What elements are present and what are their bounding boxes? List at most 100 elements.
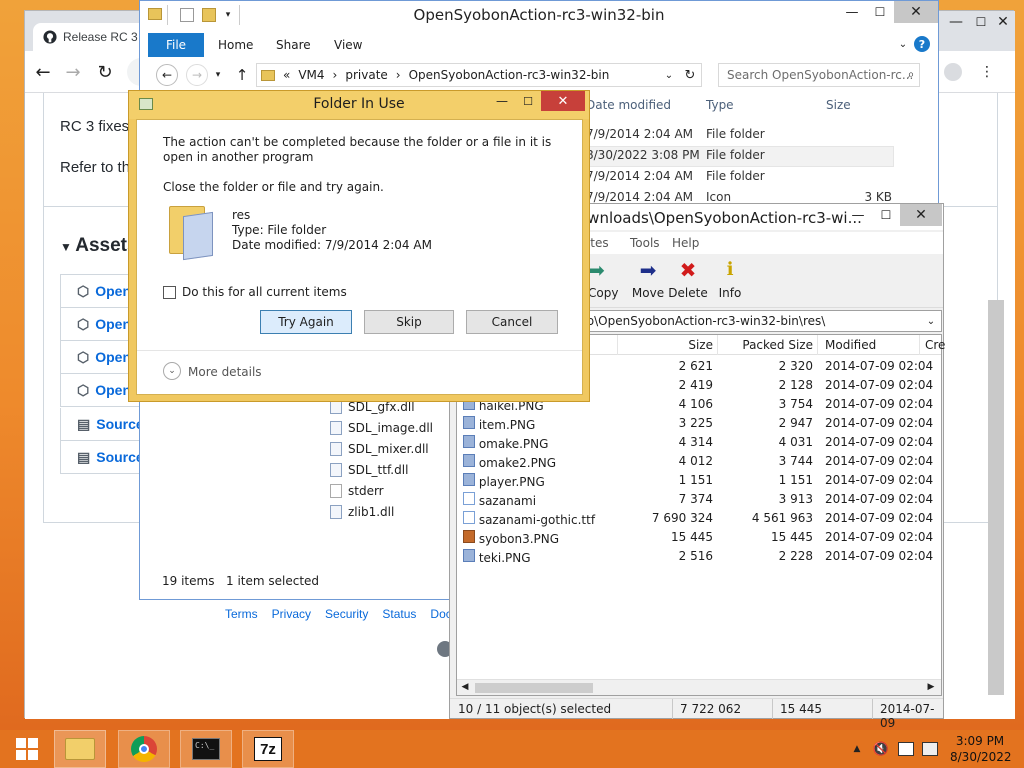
search-input[interactable]: Search OpenSyobonAction-rc...: [718, 63, 920, 87]
back-icon[interactable]: ←: [31, 61, 55, 83]
delete-button[interactable]: ✖ Delete: [668, 260, 708, 304]
menu-item-help[interactable]: Help: [672, 236, 699, 250]
folder-icon: [261, 69, 275, 81]
volume-muted-icon[interactable]: 🔇: [872, 740, 890, 758]
copy-button[interactable]: ➡ Copy: [588, 260, 628, 304]
column-size[interactable]: Size: [613, 338, 713, 352]
search-icon[interactable]: ⌕: [904, 67, 918, 81]
asset-row[interactable]: ▤ Source: [60, 408, 142, 441]
column-packed-size[interactable]: Packed Size: [721, 338, 813, 352]
address-bar[interactable]: « VM4 › private › OpenSyobonAction-rc3-w…: [256, 63, 702, 87]
table-row[interactable]: teki.PNG 2 516 2 228 2014-07-09 02:04: [457, 547, 941, 566]
maximize-icon[interactable]: ☐: [872, 204, 900, 226]
chrome-tab[interactable]: Release RC 3 -: [33, 23, 151, 51]
list-item[interactable]: SDL_gfx.dll: [330, 400, 415, 414]
column-size[interactable]: Size: [826, 98, 851, 112]
breadcrumb-item[interactable]: private: [345, 68, 387, 82]
table-row[interactable]: sazanami 7 374 3 913 2014-07-09 02:04: [457, 490, 941, 509]
scrollbar-thumb[interactable]: [475, 683, 593, 693]
breadcrumb-separator[interactable]: ›: [396, 68, 401, 82]
menu-item-tools[interactable]: Tools: [630, 236, 660, 250]
divider: [872, 699, 873, 719]
ribbon-tab-view[interactable]: View: [334, 38, 362, 52]
table-row[interactable]: omake.PNG 4 314 4 031 2014-07-09 02:04: [457, 433, 941, 452]
ribbon-tab-file[interactable]: File: [148, 33, 204, 57]
footer-link[interactable]: Terms: [225, 607, 258, 621]
minimize-icon[interactable]: —: [945, 11, 967, 33]
scroll-left-icon[interactable]: ◀: [459, 681, 471, 693]
start-button[interactable]: [2, 730, 52, 768]
table-row[interactable]: item.PNG 3 225 2 947 2014-07-09 02:04: [457, 414, 941, 433]
column-type[interactable]: Type: [706, 98, 734, 112]
scrollbar[interactable]: [988, 300, 1004, 695]
cancel-button[interactable]: Cancel: [466, 310, 558, 334]
table-row[interactable]: omake2.PNG 4 012 3 744 2014-07-09 02:04: [457, 452, 941, 471]
list-item[interactable]: zlib1.dll: [330, 505, 394, 519]
maximize-icon[interactable]: ☐: [515, 91, 541, 111]
footer-link[interactable]: Security: [325, 607, 368, 621]
network-icon[interactable]: [898, 742, 914, 756]
list-item[interactable]: SDL_image.dll: [330, 421, 433, 435]
info-button[interactable]: ℹ Info: [712, 260, 748, 304]
path-dropdown-icon[interactable]: ⌄: [924, 314, 938, 328]
minimize-icon[interactable]: —: [844, 204, 872, 226]
chevron-down-icon[interactable]: ⌄: [163, 362, 181, 380]
action-center-icon[interactable]: [922, 742, 938, 756]
list-item[interactable]: SDL_mixer.dll: [330, 442, 429, 456]
maximize-icon[interactable]: ☐: [970, 11, 992, 33]
close-icon[interactable]: ✕: [541, 91, 585, 111]
back-icon[interactable]: ←: [156, 64, 178, 86]
column-modified[interactable]: Modified: [825, 338, 876, 352]
do-for-all-checkbox[interactable]: [163, 286, 176, 299]
forward-icon[interactable]: →: [61, 61, 85, 83]
asset-row[interactable]: ▤ Source: [60, 441, 142, 474]
close-icon[interactable]: ✕: [992, 11, 1014, 33]
minimize-icon[interactable]: —: [489, 91, 515, 111]
table-row[interactable]: player.PNG 1 151 1 151 2014-07-09 02:04: [457, 471, 941, 490]
breadcrumb-item[interactable]: OpenSyobonAction-rc3-win32-bin: [409, 68, 610, 82]
ribbon-expand-icon[interactable]: ⌄: [896, 37, 910, 51]
address-dropdown-icon[interactable]: ⌄: [662, 66, 676, 84]
try-again-button[interactable]: Try Again: [260, 310, 352, 334]
taskbar-chrome[interactable]: [118, 730, 170, 768]
taskbar-7zip[interactable]: 7z: [242, 730, 294, 768]
list-item[interactable]: SDL_ttf.dll: [330, 463, 408, 477]
more-details-link[interactable]: More details: [188, 365, 262, 379]
caret-down-icon: ▼: [60, 240, 76, 254]
breadcrumb-overflow[interactable]: «: [283, 68, 290, 82]
reload-icon[interactable]: ↻: [93, 61, 117, 83]
scroll-right-icon[interactable]: ▶: [925, 681, 937, 693]
taskbar-cmd[interactable]: C:\_: [180, 730, 232, 768]
clock-time[interactable]: 3:09 PM: [950, 734, 1010, 748]
folder-icon: [169, 198, 217, 261]
close-icon[interactable]: ✕: [894, 1, 938, 23]
row-type: Icon: [706, 190, 732, 204]
assets-heading[interactable]: ▼ Assets: [60, 235, 138, 257]
footer-link[interactable]: Status: [382, 607, 416, 621]
taskbar-explorer[interactable]: [54, 730, 106, 768]
refresh-icon[interactable]: ↻: [680, 65, 700, 85]
column-created[interactable]: Cre: [925, 338, 945, 352]
up-icon[interactable]: ↑: [232, 64, 252, 86]
list-item[interactable]: stderr: [330, 484, 384, 498]
breadcrumb-item[interactable]: VM4: [298, 68, 324, 82]
skip-button[interactable]: Skip: [364, 310, 454, 334]
breadcrumb-separator[interactable]: ›: [333, 68, 338, 82]
forward-icon[interactable]: →: [186, 64, 208, 86]
footer-link[interactable]: Privacy: [272, 607, 311, 621]
maximize-icon[interactable]: ☐: [866, 1, 894, 23]
chrome-menu-icon[interactable]: ⋮: [978, 61, 996, 83]
move-button[interactable]: ➡ Move: [628, 260, 668, 304]
table-row[interactable]: sazanami-gothic.ttf 7 690 324 4 561 963 …: [457, 509, 941, 528]
clock-date[interactable]: 8/30/2022: [950, 750, 1012, 764]
ribbon-tab-home[interactable]: Home: [218, 38, 253, 52]
recent-dropdown-icon[interactable]: ▾: [212, 66, 224, 84]
profile-avatar[interactable]: [944, 63, 962, 81]
close-icon[interactable]: ✕: [900, 204, 942, 226]
help-icon[interactable]: ?: [914, 36, 930, 52]
show-hidden-icons-icon[interactable]: ▲: [850, 742, 864, 756]
table-row[interactable]: syobon3.PNG 15 445 15 445 2014-07-09 02:…: [457, 528, 941, 547]
minimize-icon[interactable]: —: [838, 1, 866, 23]
ribbon-tab-share[interactable]: Share: [276, 38, 311, 52]
column-date-modified[interactable]: Date modified: [586, 98, 671, 112]
